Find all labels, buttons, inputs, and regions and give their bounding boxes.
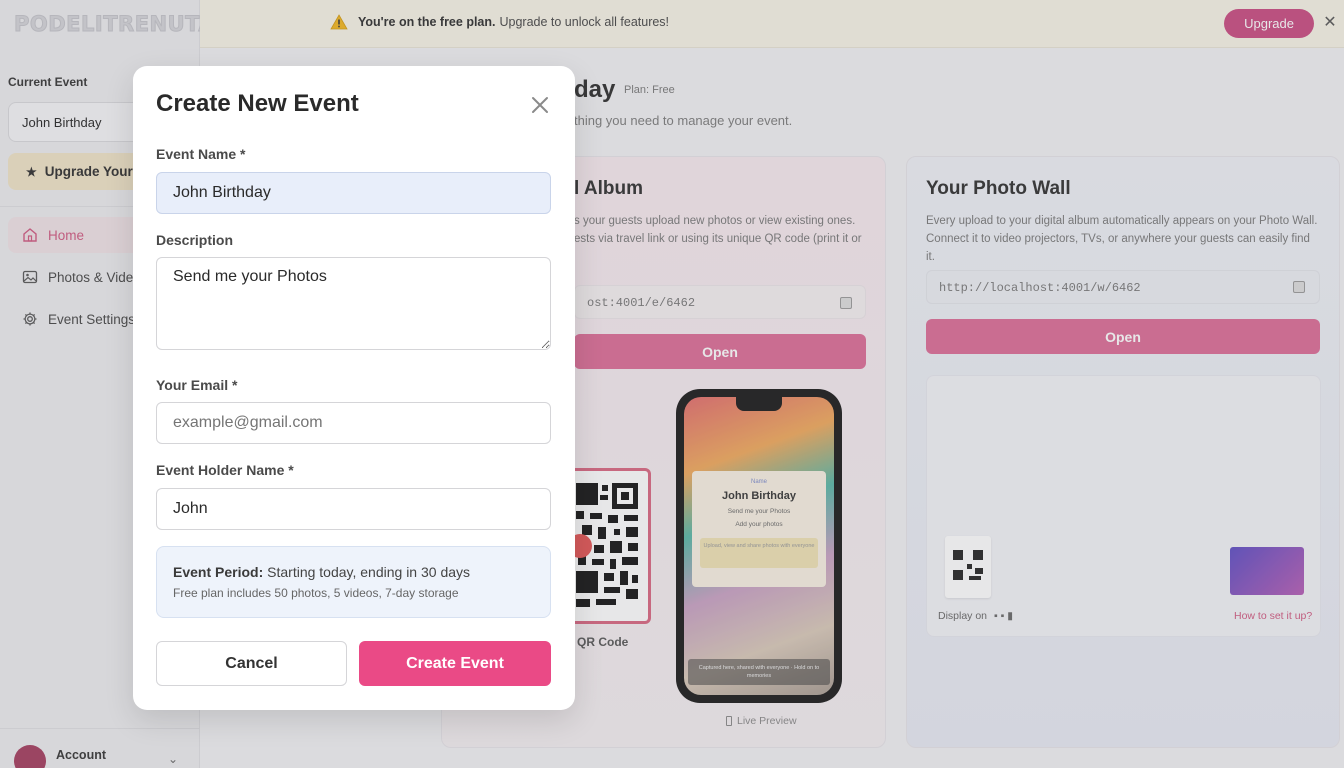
email-field[interactable] — [156, 402, 551, 444]
cancel-button[interactable]: Cancel — [156, 641, 347, 686]
period-note: Free plan includes 50 photos, 5 videos, … — [173, 586, 459, 600]
event-name-input[interactable] — [156, 172, 551, 214]
create-event-button[interactable]: Create Event — [359, 641, 551, 686]
create-event-modal: Create New Event Event Name * Descriptio… — [133, 66, 575, 710]
close-icon[interactable] — [527, 92, 553, 118]
event-period-info: Event Period: Starting today, ending in … — [156, 546, 551, 618]
email-label: Your Email * — [156, 377, 238, 393]
modal-title: Create New Event — [156, 90, 359, 117]
description-textarea[interactable]: Send me your Photos — [156, 257, 551, 350]
period-line: Event Period: Starting today, ending in … — [173, 564, 534, 580]
event-name-label: Event Name * — [156, 146, 246, 162]
holder-name-input[interactable] — [156, 488, 551, 530]
period-bold: Event Period: — [173, 564, 264, 580]
period-text: Starting today, ending in 30 days — [267, 564, 471, 580]
holder-name-label: Event Holder Name * — [156, 462, 294, 478]
description-label: Description — [156, 232, 234, 248]
